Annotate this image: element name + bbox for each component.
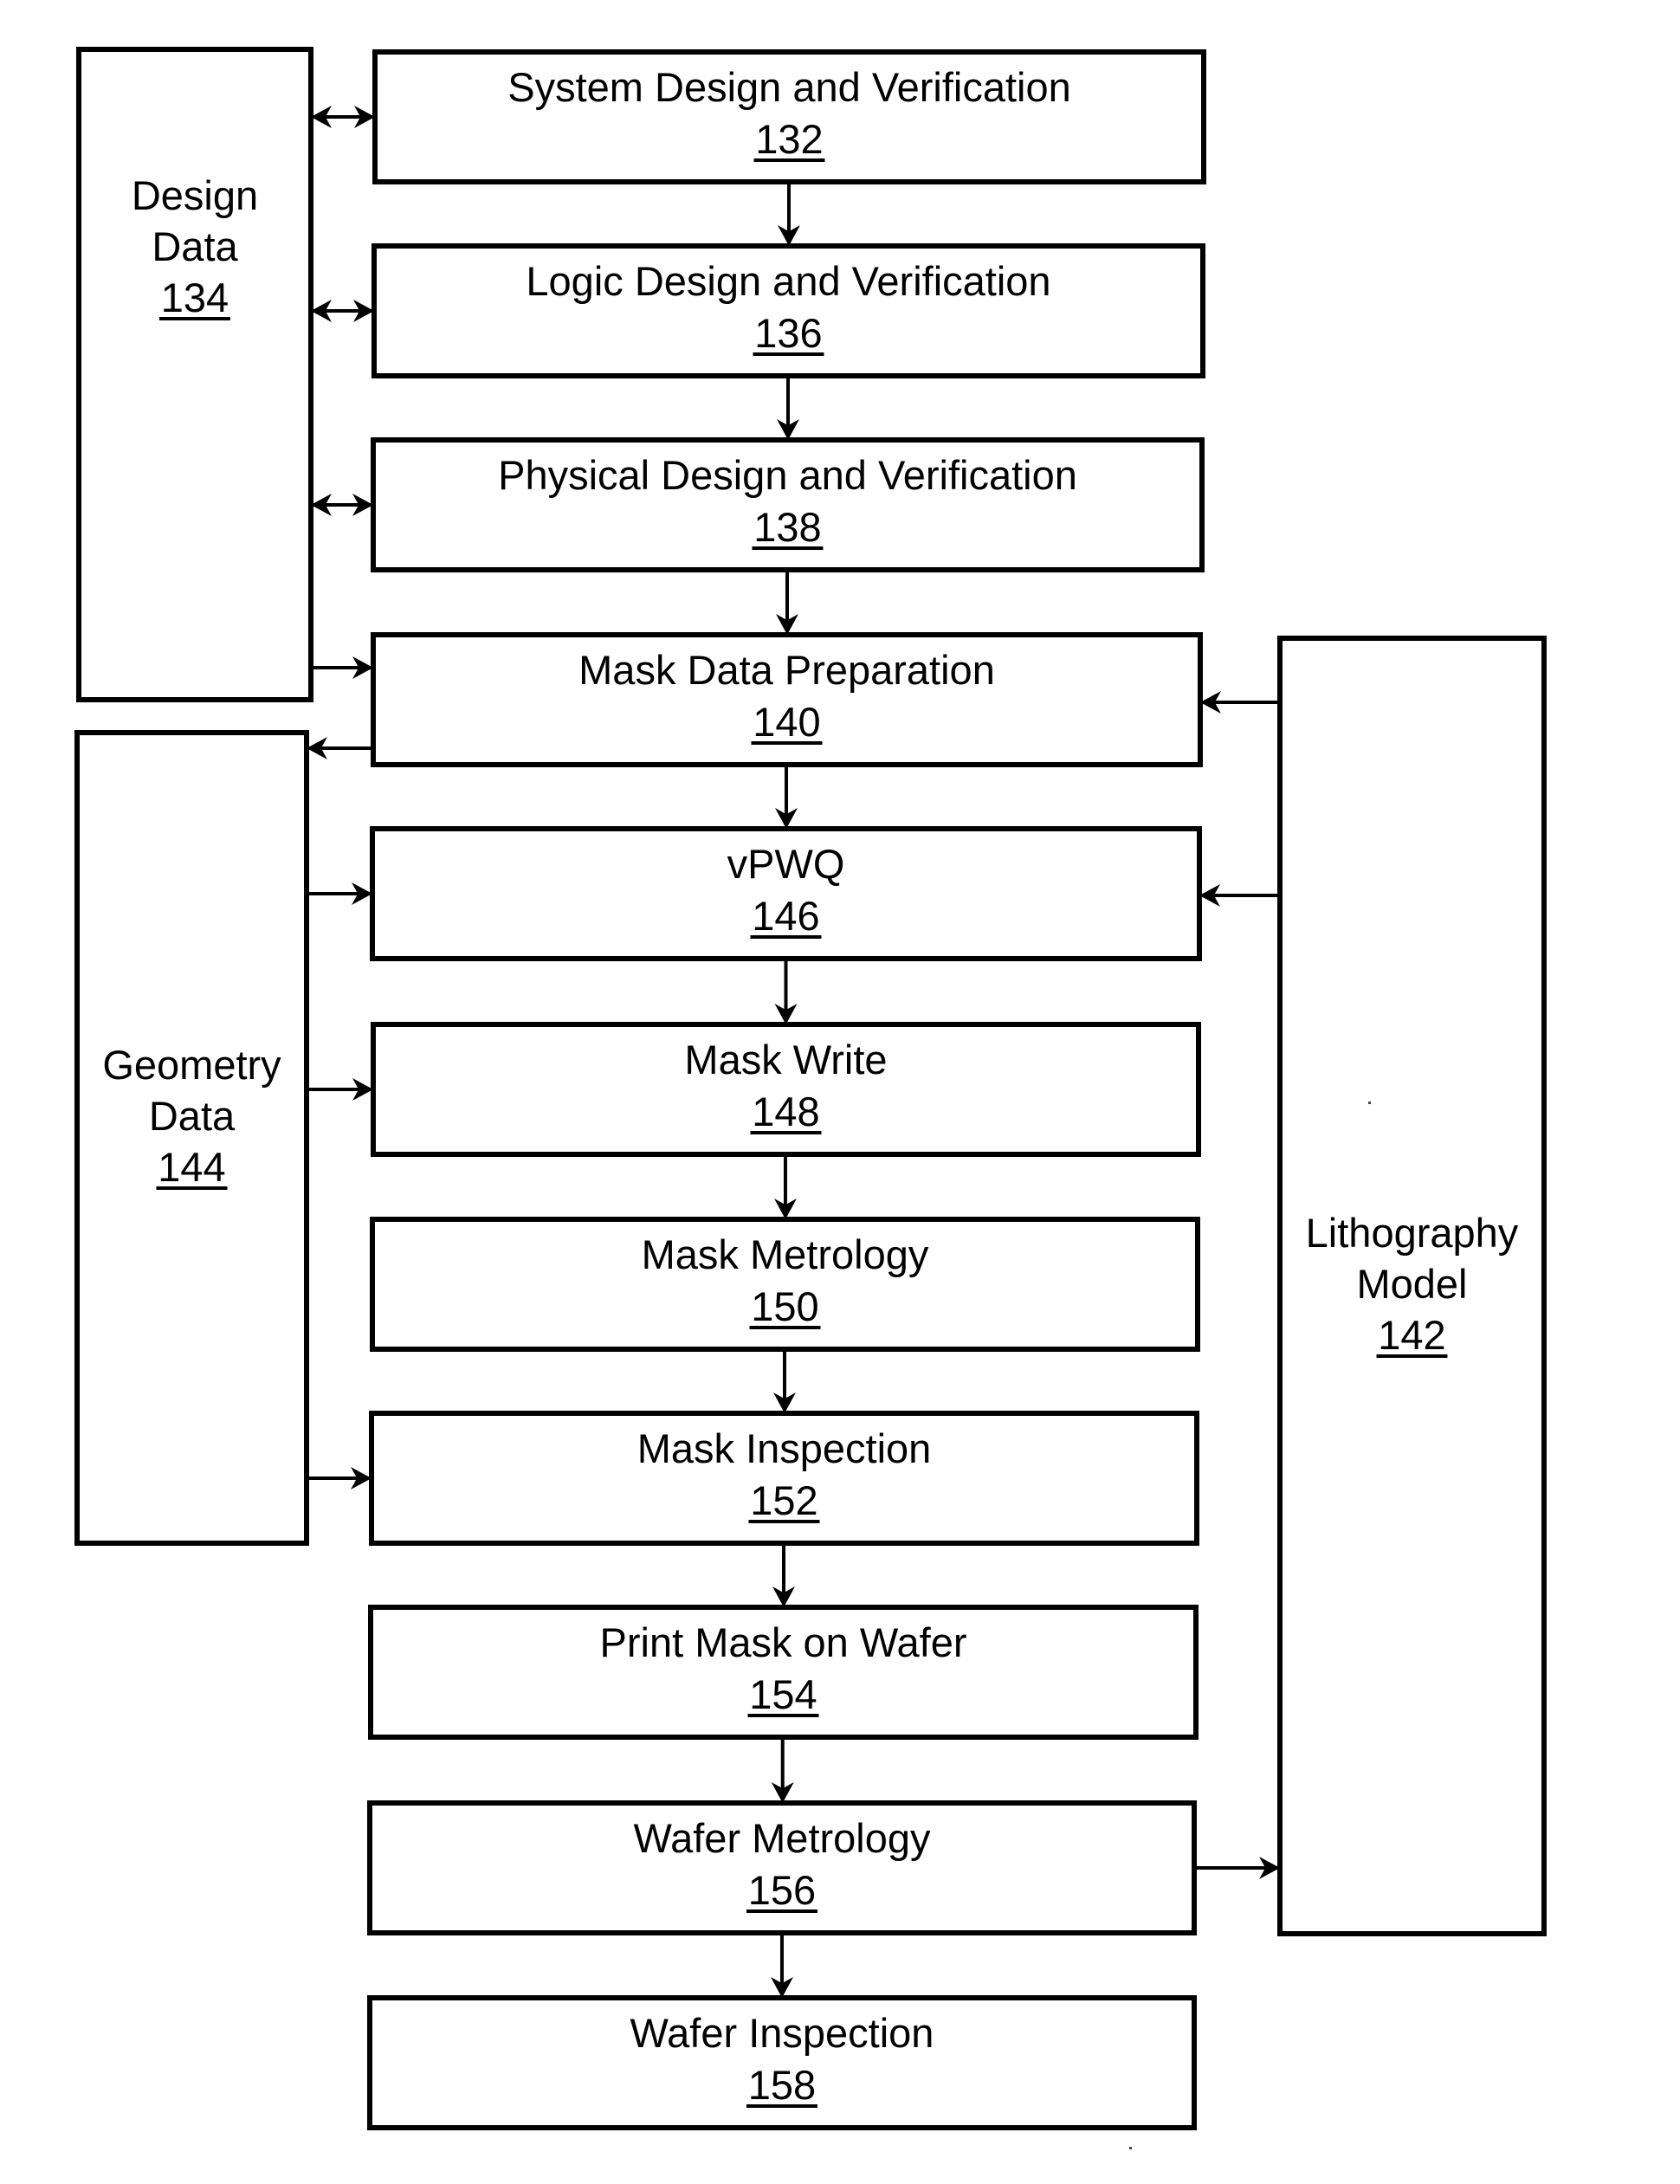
process-step-mask-inspection[interactable]: Mask Inspection 152 [369,1411,1199,1546]
connector-138-to-140 [776,570,798,635]
node-reference-number: 158 [748,2062,816,2108]
connector-146-to-148 [774,959,798,1024]
scan-speck [1368,1102,1371,1104]
connector-134-to-136 [311,300,374,322]
node-label-line: System Design and Verification [507,64,1071,110]
process-step-wafer-inspection[interactable]: Wafer Inspection 158 [367,1995,1197,2130]
connector-144-to-146 [307,882,372,905]
node-label-line: Mask Data Preparation [578,647,995,693]
connector-136-to-138 [777,376,799,440]
node-label-line: Wafer Inspection [630,2010,934,2056]
connector-156-to-158 [771,1933,793,1998]
process-step-vpwq[interactable]: vPWQ 146 [370,826,1202,961]
node-label-line: Print Mask on Wafer [600,1619,967,1665]
nodes-layer: System Design and Verification 132 Logic D… [74,47,1547,2130]
process-step-logic-design-and-verification[interactable]: Logic Design and Verification 136 [372,243,1205,378]
connector-134-to-138 [311,494,373,516]
process-step-mask-write[interactable]: Mask Write 148 [371,1022,1201,1157]
connector-132-to-136 [778,182,800,246]
node-label-line: Mask Inspection [637,1425,932,1471]
node-label-line: Data [152,223,238,269]
scan-speck [1129,2147,1132,2149]
connector-142-to-140 [1200,691,1280,714]
node-reference-number: 132 [755,116,823,162]
node-label-line: Physical Design and Verification [498,452,1077,498]
node-reference-number: 150 [751,1283,818,1329]
data-store-geometry-data[interactable]: Geometry Data 144 [74,730,309,1546]
node-label-line: Geometry [102,1042,281,1088]
data-store-design-data[interactable]: Design Data 134 [76,47,313,702]
process-step-print-mask-on-wafer[interactable]: Print Mask on Wafer 154 [368,1605,1199,1740]
connector-152-to-154 [772,1543,795,1607]
process-step-physical-design-and-verification[interactable]: Physical Design and Verification 138 [371,437,1205,572]
connector-134-to-140 [311,656,373,679]
connector-140-to-144 [307,737,373,759]
connector-144-to-152 [307,1467,372,1489]
node-label-line: Mask Metrology [642,1231,929,1277]
connector-156-to-142 [1194,1857,1280,1879]
connector-144-to-148 [307,1078,373,1101]
process-step-system-design-and-verification[interactable]: System Design and Verification 132 [372,49,1206,184]
connector-140-to-146 [775,765,798,829]
data-store-lithography-model[interactable]: Lithography Model 142 [1277,636,1547,1936]
node-reference-number: 148 [752,1089,819,1134]
node-reference-number: 136 [754,310,822,356]
node-reference-number: 134 [161,275,229,320]
connector-150-to-152 [773,1349,796,1413]
process-step-wafer-metrology[interactable]: Wafer Metrology 156 [367,1800,1197,1935]
connector-134-to-132 [311,106,375,128]
node-label-line: Logic Design and Verification [526,258,1050,304]
node-label-line: Wafer Metrology [633,1815,931,1861]
node-label-line: Model [1356,1261,1467,1307]
node-label-line: Design [132,172,258,218]
node-reference-number: 140 [753,699,820,745]
process-step-mask-data-preparation[interactable]: Mask Data Preparation 140 [371,632,1203,767]
connector-148-to-150 [774,1154,797,1219]
node-label-line: Data [149,1093,236,1139]
node-reference-number: 146 [752,893,819,939]
node-reference-number: 156 [748,1867,816,1913]
connector-154-to-156 [771,1737,794,1803]
node-label-line: Lithography [1306,1210,1519,1256]
node-reference-number: 152 [750,1477,817,1523]
process-step-mask-metrology[interactable]: Mask Metrology 150 [370,1217,1200,1352]
data-store-box[interactable] [76,47,313,702]
node-label-line: vPWQ [727,841,845,887]
connector-142-to-146 [1199,884,1280,907]
node-reference-number: 142 [1378,1312,1445,1358]
node-label-line: Mask Write [684,1037,887,1082]
node-reference-number: 144 [158,1144,225,1190]
flowchart-canvas: System Design and Verification 132 Logic D… [74,47,1547,2149]
node-reference-number: 154 [749,1671,817,1717]
node-reference-number: 138 [753,504,821,550]
